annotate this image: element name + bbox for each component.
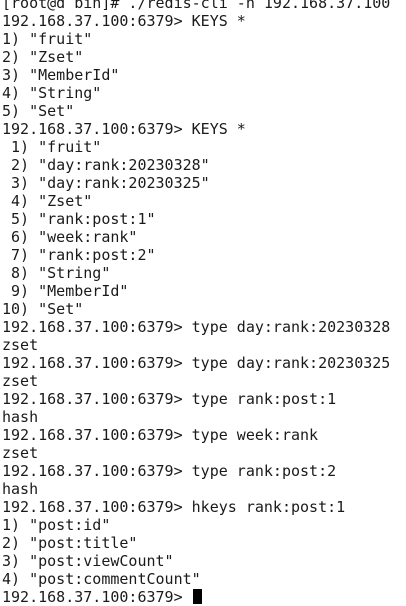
terminal-line: 2) "day:rank:20230328" <box>2 156 210 174</box>
text-cursor <box>192 589 202 604</box>
terminal-line: 9) "MemberId" <box>2 282 129 300</box>
terminal-line: 2) "post:title" <box>2 534 138 552</box>
terminal-line: 7) "rank:post:2" <box>2 246 156 264</box>
terminal-line: 1) "post:id" <box>2 516 111 534</box>
terminal-line: 1) "fruit" <box>2 138 102 156</box>
terminal-line: 192.168.37.100:6379> type week:rank <box>2 426 319 444</box>
terminal-line: zset <box>2 372 39 390</box>
terminal-line: 5) "rank:post:1" <box>2 210 156 228</box>
terminal-line: hash <box>2 480 39 498</box>
terminal-output: [root@d bin]# ./redis-cli -h 192.168.37.… <box>2 0 406 606</box>
terminal-line: 192.168.37.100:6379> hkeys rank:post:1 <box>2 498 346 516</box>
terminal-line: 192.168.37.100:6379> type day:rank:20230… <box>2 318 391 336</box>
terminal-line: 4) "String" <box>2 84 102 102</box>
terminal-window[interactable]: [root@d bin]# ./redis-cli -h 192.168.37.… <box>0 0 406 606</box>
terminal-line: 3) "day:rank:20230325" <box>2 174 210 192</box>
terminal-line: 3) "MemberId" <box>2 66 120 84</box>
terminal-line: 5) "Set" <box>2 102 75 120</box>
prompt-text: 192.168.37.100:6379> <box>2 588 192 606</box>
terminal-line: 4) "Zset" <box>2 192 93 210</box>
terminal-line: hash <box>2 408 39 426</box>
terminal-line: 192.168.37.100:6379> KEYS * <box>2 12 246 30</box>
terminal-line: 10) "Set" <box>2 300 84 318</box>
terminal-line: 2) "Zset" <box>2 48 84 66</box>
terminal-line: 192.168.37.100:6379> type day:rank:20230… <box>2 354 391 372</box>
terminal-line: [root@d bin]# ./redis-cli -h 192.168.37.… <box>2 0 391 12</box>
terminal-line: 3) "post:viewCount" <box>2 552 174 570</box>
terminal-line: 192.168.37.100:6379> type rank:post:1 <box>2 390 337 408</box>
prompt-line[interactable]: 192.168.37.100:6379> <box>2 588 406 606</box>
terminal-line: 192.168.37.100:6379> type rank:post:2 <box>2 462 337 480</box>
terminal-line: 4) "post:commentCount" <box>2 570 201 588</box>
terminal-line: 1) "fruit" <box>2 30 93 48</box>
terminal-line: 192.168.37.100:6379> KEYS * <box>2 120 246 138</box>
terminal-line: 6) "week:rank" <box>2 228 138 246</box>
terminal-line: 8) "String" <box>2 264 111 282</box>
terminal-line: zset <box>2 336 39 354</box>
terminal-line: zset <box>2 444 39 462</box>
